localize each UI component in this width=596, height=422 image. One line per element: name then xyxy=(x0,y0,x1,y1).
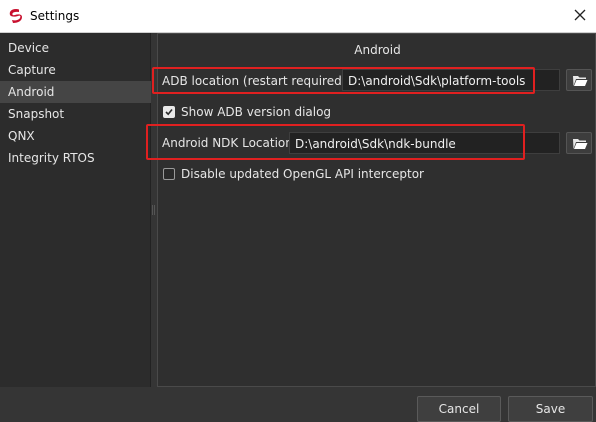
close-button[interactable] xyxy=(566,0,596,32)
checkmark-icon xyxy=(165,108,173,116)
android-settings-panel: Android ADB location (restart required) … xyxy=(146,33,596,387)
disable-opengl-checkbox[interactable] xyxy=(163,168,175,180)
save-button[interactable]: Save xyxy=(508,396,593,422)
ndk-browse-button[interactable] xyxy=(566,132,592,154)
disable-opengl-label[interactable]: Disable updated OpenGL API interceptor xyxy=(181,167,424,181)
ndk-location-field[interactable]: D:\android\Sdk\ndk-bundle xyxy=(289,132,560,154)
title-bar: Settings xyxy=(0,0,596,33)
app-logo-icon xyxy=(9,9,22,23)
show-adb-dialog-label[interactable]: Show ADB version dialog xyxy=(181,105,331,119)
close-icon xyxy=(574,9,586,21)
panel-title: Android xyxy=(354,43,401,57)
sidebar-item-capture[interactable]: Capture xyxy=(0,59,151,81)
sidebar: Device Capture Android Snapshot QNX Inte… xyxy=(0,33,151,387)
adb-location-label: ADB location (restart required) xyxy=(162,74,347,88)
sidebar-item-device[interactable]: Device xyxy=(0,37,151,59)
window-title: Settings xyxy=(30,9,80,23)
show-adb-dialog-checkbox[interactable] xyxy=(163,106,175,118)
cancel-button[interactable]: Cancel xyxy=(417,396,501,422)
folder-icon xyxy=(573,139,588,149)
dialog-footer: Cancel Save xyxy=(0,387,596,422)
sidebar-item-android[interactable]: Android xyxy=(0,81,151,103)
splitter-grip xyxy=(152,205,155,215)
adb-location-field[interactable]: D:\android\Sdk\platform-tools xyxy=(342,69,560,91)
sidebar-item-qnx[interactable]: QNX xyxy=(0,125,151,147)
ndk-location-label: Android NDK Location xyxy=(162,136,293,150)
sidebar-item-snapshot[interactable]: Snapshot xyxy=(0,103,151,125)
sidebar-item-integrity-rtos[interactable]: Integrity RTOS xyxy=(0,147,151,169)
adb-browse-button[interactable] xyxy=(566,69,592,91)
folder-icon xyxy=(573,76,588,86)
